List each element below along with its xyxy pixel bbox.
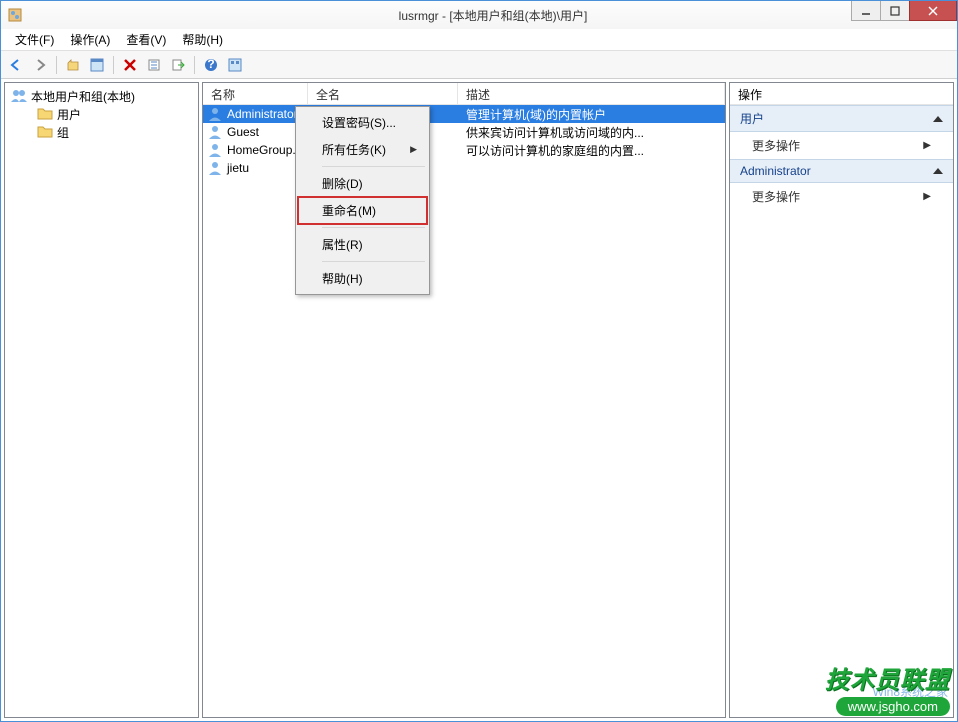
- ctx-help-label: 帮助(H): [322, 270, 363, 287]
- list-row[interactable]: jietu: [203, 159, 725, 177]
- col-fullname[interactable]: 全名: [308, 83, 458, 104]
- ctx-delete[interactable]: 删除(D): [298, 170, 427, 197]
- row-name: HomeGroup...: [227, 143, 302, 157]
- actions-section-users-label: 用户: [740, 110, 764, 127]
- svg-text:?: ?: [207, 58, 214, 71]
- list-header: 名称 全名 描述: [203, 83, 725, 105]
- more-actions-admin[interactable]: 更多操作 ▶: [730, 183, 953, 210]
- user-icon: [207, 124, 223, 140]
- more-actions-users[interactable]: 更多操作 ▶: [730, 132, 953, 159]
- content-area: 本地用户和组(本地) 用户 组 名称 全名 描述 Administrator 管理…: [1, 79, 957, 721]
- ctx-all-tasks[interactable]: 所有任务(K) ▶: [298, 136, 427, 163]
- row-name: Administrator: [227, 107, 298, 121]
- chevron-up-icon: [933, 116, 943, 122]
- ctx-delete-label: 删除(D): [322, 175, 363, 192]
- window-title: lusrmgr - [本地用户和组(本地)\用户]: [29, 7, 957, 24]
- more-actions-label: 更多操作: [752, 137, 800, 154]
- ctx-help[interactable]: 帮助(H): [298, 265, 427, 292]
- app-icon: [7, 7, 23, 23]
- folder-icon: [37, 106, 53, 122]
- row-desc: 管理计算机(域)的内置帐户: [458, 106, 725, 123]
- list-row[interactable]: Administrator 管理计算机(域)的内置帐户: [203, 105, 725, 123]
- ctx-separator: [322, 261, 425, 262]
- group-icon: [11, 88, 27, 104]
- actions-header: 操作: [730, 83, 953, 105]
- menu-action[interactable]: 操作(A): [62, 29, 118, 50]
- app-window: lusrmgr - [本地用户和组(本地)\用户] 文件(F) 操作(A) 查看…: [0, 0, 958, 722]
- chevron-right-icon: ▶: [410, 144, 417, 155]
- user-icon: [207, 160, 223, 176]
- row-desc: 可以访问计算机的家庭组的内置...: [458, 142, 725, 159]
- menu-help[interactable]: 帮助(H): [174, 29, 231, 50]
- actions-section-admin-label: Administrator: [740, 164, 811, 178]
- actions-section-admin[interactable]: Administrator: [730, 159, 953, 183]
- list-row[interactable]: HomeGroup... 可以访问计算机的家庭组的内置...: [203, 141, 725, 159]
- up-button[interactable]: [62, 54, 84, 76]
- ctx-properties[interactable]: 属性(R): [298, 231, 427, 258]
- toolbar-separator: [56, 56, 57, 74]
- col-desc[interactable]: 描述: [458, 83, 725, 104]
- actions-section-users[interactable]: 用户: [730, 105, 953, 132]
- ctx-properties-label: 属性(R): [322, 236, 363, 253]
- watermark-side: Win8系统之家: [873, 683, 948, 700]
- menu-file[interactable]: 文件(F): [7, 29, 62, 50]
- list-panel: 名称 全名 描述 Administrator管理计算机(域)的内置帐户Guest…: [202, 82, 726, 718]
- col-name[interactable]: 名称: [203, 83, 308, 104]
- actions-panel: 操作 用户 更多操作 ▶ Administrator 更多操作 ▶: [729, 82, 954, 718]
- titlebar: lusrmgr - [本地用户和组(本地)\用户]: [1, 1, 957, 29]
- ctx-all-tasks-label: 所有任务(K): [322, 141, 386, 158]
- back-button[interactable]: [5, 54, 27, 76]
- menubar: 文件(F) 操作(A) 查看(V) 帮助(H): [1, 29, 957, 51]
- forward-button[interactable]: [29, 54, 51, 76]
- toolbar-separator: [113, 56, 114, 74]
- ctx-separator: [322, 166, 425, 167]
- tree-users[interactable]: 用户: [7, 105, 196, 123]
- tree-groups-label: 组: [57, 124, 69, 141]
- toolbar: ?: [1, 51, 957, 79]
- folder-icon: [37, 124, 53, 140]
- user-icon: [207, 142, 223, 158]
- row-name: Guest: [227, 125, 259, 139]
- view-toolbar-button[interactable]: [224, 54, 246, 76]
- window-controls: [852, 1, 957, 23]
- user-icon: [207, 106, 223, 122]
- more-actions-label: 更多操作: [752, 188, 800, 205]
- tree-panel: 本地用户和组(本地) 用户 组: [4, 82, 199, 718]
- maximize-button[interactable]: [880, 1, 910, 21]
- tree-root[interactable]: 本地用户和组(本地): [7, 87, 196, 105]
- ctx-rename[interactable]: 重命名(M): [298, 197, 427, 224]
- list-body: Administrator 管理计算机(域)的内置帐户 Guest 供来宾访问计算机或…: [203, 105, 725, 717]
- chevron-right-icon: ▶: [923, 191, 931, 202]
- refresh-toolbar-button[interactable]: [143, 54, 165, 76]
- list-row[interactable]: Guest 供来宾访问计算机或访问域的内...: [203, 123, 725, 141]
- ctx-rename-label: 重命名(M): [322, 202, 376, 219]
- help-toolbar-button[interactable]: ?: [200, 54, 222, 76]
- close-button[interactable]: [909, 1, 957, 21]
- context-menu: 设置密码(S)... 所有任务(K) ▶ 删除(D) 重命名(M) 属性(R) 帮…: [295, 106, 430, 295]
- row-name: jietu: [227, 161, 249, 175]
- chevron-right-icon: ▶: [923, 140, 931, 151]
- menu-view[interactable]: 查看(V): [118, 29, 174, 50]
- properties-toolbar-button[interactable]: [86, 54, 108, 76]
- ctx-set-password[interactable]: 设置密码(S)...: [298, 109, 427, 136]
- minimize-button[interactable]: [851, 1, 881, 21]
- ctx-set-password-label: 设置密码(S)...: [322, 114, 396, 131]
- ctx-separator: [322, 227, 425, 228]
- tree-groups[interactable]: 组: [7, 123, 196, 141]
- chevron-up-icon: [933, 168, 943, 174]
- delete-toolbar-button[interactable]: [119, 54, 141, 76]
- tree-root-label: 本地用户和组(本地): [31, 88, 135, 105]
- nav-tree: 本地用户和组(本地) 用户 组: [5, 83, 198, 145]
- toolbar-separator: [194, 56, 195, 74]
- export-toolbar-button[interactable]: [167, 54, 189, 76]
- tree-users-label: 用户: [57, 106, 81, 123]
- row-desc: 供来宾访问计算机或访问域的内...: [458, 124, 725, 141]
